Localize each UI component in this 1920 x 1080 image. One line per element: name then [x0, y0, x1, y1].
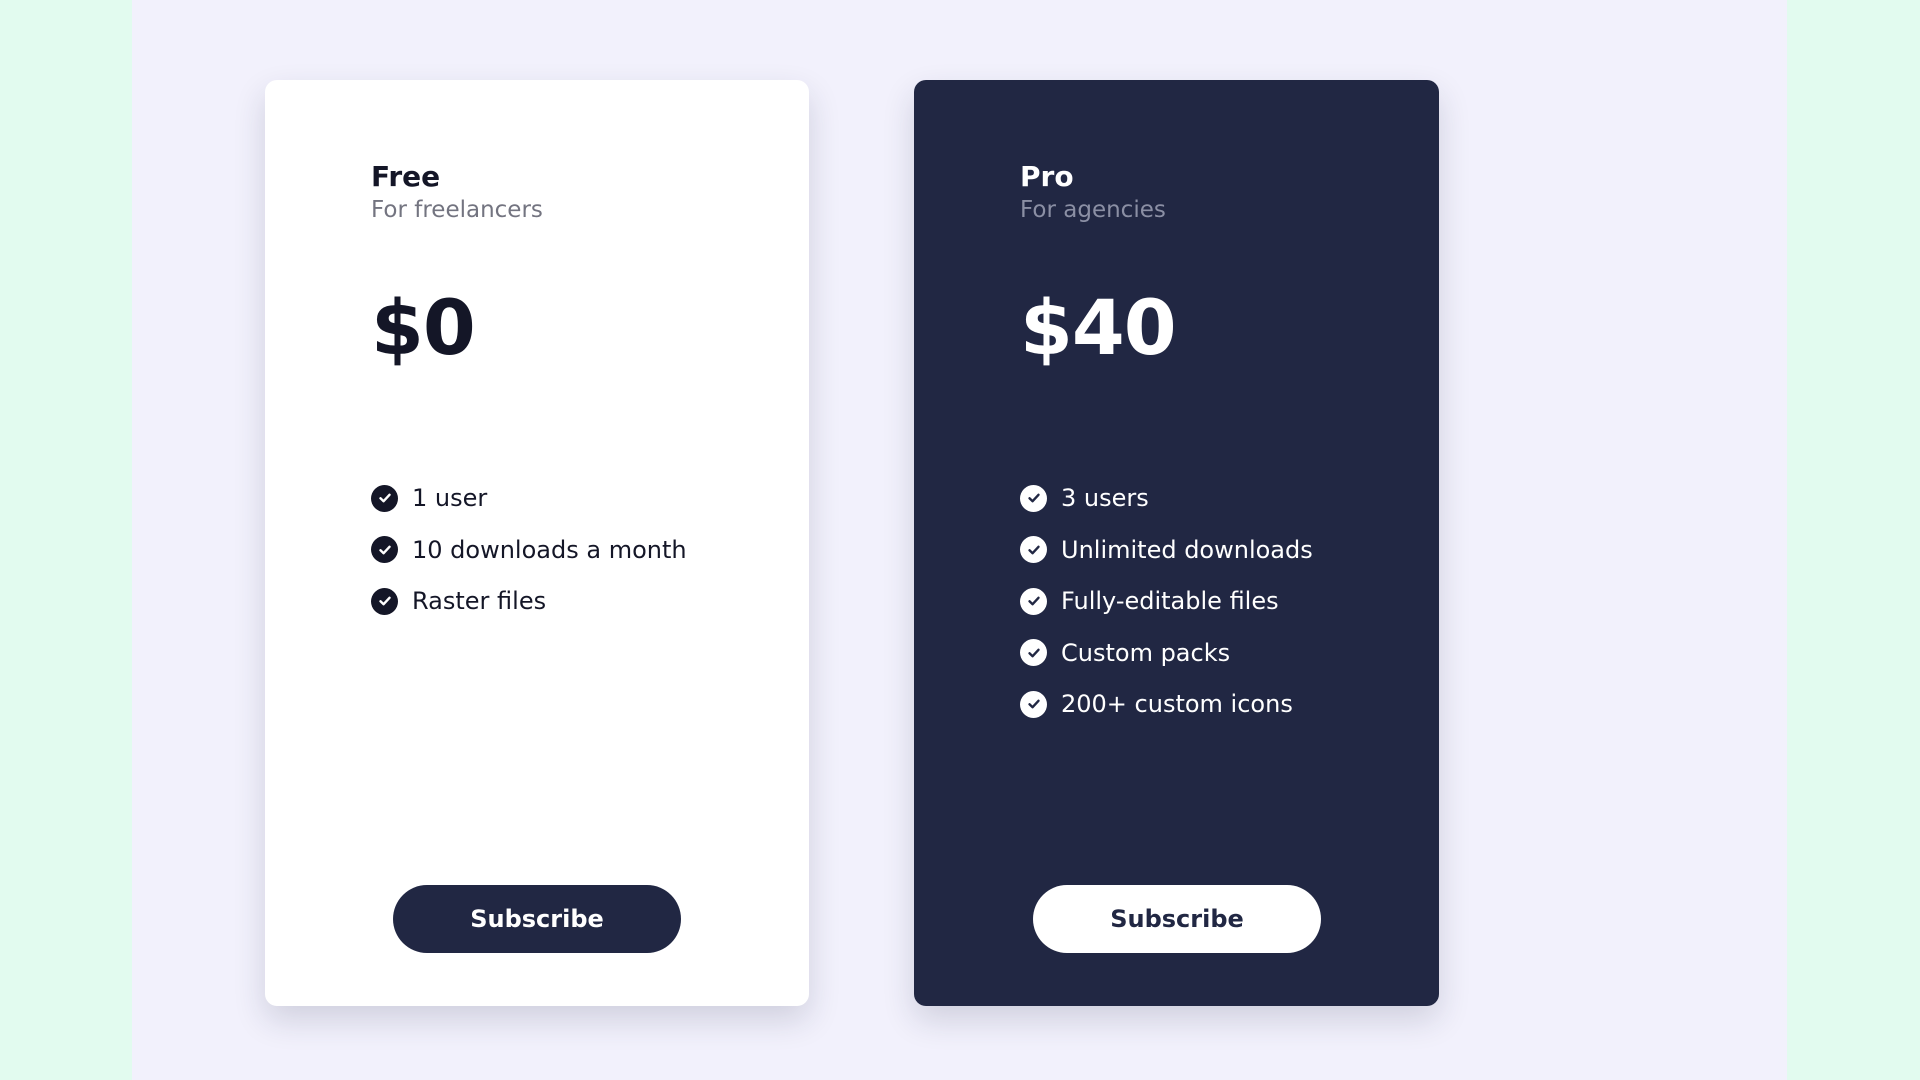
feature-label: Custom packs	[1061, 638, 1231, 667]
check-circle-icon	[1020, 484, 1047, 512]
check-circle-icon	[371, 536, 398, 564]
plan-name: Pro	[1020, 160, 1074, 193]
feature-item: 10 downloads a month	[371, 524, 769, 576]
check-circle-icon	[1020, 536, 1047, 564]
plan-price: $0	[371, 283, 476, 373]
feature-label: Unlimited downloads	[1061, 535, 1313, 564]
check-circle-icon	[371, 484, 398, 512]
plan-card-free: Free For freelancers $0 1 user 10 downlo…	[265, 80, 809, 1006]
feature-item: Unlimited downloads	[1020, 524, 1399, 576]
feature-item: Raster files	[371, 575, 769, 627]
check-circle-icon	[1020, 639, 1047, 667]
feature-item: Fully-editable files	[1020, 575, 1399, 627]
feature-label: Fully-editable files	[1061, 587, 1279, 616]
subscribe-button-free[interactable]: Subscribe	[393, 885, 681, 953]
feature-item: Custom packs	[1020, 627, 1399, 679]
check-circle-icon	[1020, 587, 1047, 615]
plan-name: Free	[371, 160, 441, 193]
feature-label: 10 downloads a month	[412, 535, 687, 564]
plan-card-pro: Pro For agencies $40 3 users Unlimited d…	[914, 80, 1439, 1006]
feature-list: 1 user 10 downloads a month Raster files	[371, 472, 769, 627]
plan-card-content: Free For freelancers $0 1 user 10 downlo…	[371, 160, 769, 627]
feature-label: Raster files	[412, 587, 547, 616]
feature-label: 200+ custom icons	[1061, 690, 1293, 719]
plan-subtitle: For agencies	[1020, 196, 1166, 223]
feature-label: 3 users	[1061, 484, 1149, 513]
check-circle-icon	[1020, 690, 1047, 718]
check-circle-icon	[371, 587, 398, 615]
subscribe-button-pro[interactable]: Subscribe	[1033, 885, 1321, 953]
feature-list: 3 users Unlimited downloads Fully-editab…	[1020, 472, 1399, 730]
plan-subtitle: For freelancers	[371, 196, 543, 223]
plan-card-content: Pro For agencies $40 3 users Unlimited d…	[1020, 160, 1399, 730]
plan-price: $40	[1020, 283, 1177, 373]
feature-label: 1 user	[412, 484, 488, 513]
feature-item: 3 users	[1020, 472, 1399, 524]
feature-item: 1 user	[371, 472, 769, 524]
feature-item: 200+ custom icons	[1020, 678, 1399, 730]
pricing-panel: Free For freelancers $0 1 user 10 downlo…	[132, 0, 1787, 1080]
